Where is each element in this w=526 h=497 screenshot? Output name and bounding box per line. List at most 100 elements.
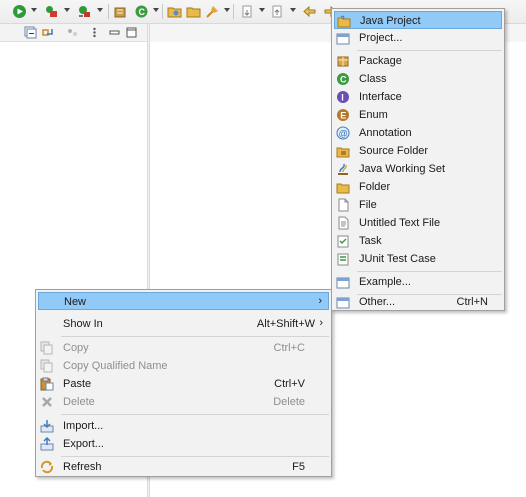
menu-item-copy[interactable]: Copy Ctrl+C [38, 339, 329, 357]
menu-item-label: Java Working Set [359, 163, 446, 175]
next-annotation-icon[interactable] [240, 4, 255, 19]
menu-item-label: Example... [359, 276, 411, 288]
project-icon [336, 31, 350, 45]
submenu-item-java-working-set[interactable]: Java Working Set [334, 160, 502, 178]
search-icon[interactable] [205, 4, 220, 19]
svg-text:I: I [341, 93, 344, 103]
submenu-item-source-folder[interactable]: Source Folder [334, 142, 502, 160]
submenu-item-folder[interactable]: Folder [334, 178, 502, 196]
filters-icon[interactable] [66, 26, 79, 39]
svg-text:@: @ [339, 129, 348, 139]
submenu-item-project[interactable]: Project... [334, 29, 502, 47]
menu-item-label: Delete [63, 396, 95, 408]
submenu-item-other[interactable]: Other... Ctrl+N [334, 293, 502, 311]
menu-item-export[interactable]: Export... [38, 435, 329, 453]
menu-item-delete[interactable]: Delete Delete [38, 393, 329, 411]
coverage-icon[interactable] [44, 4, 59, 19]
menu-item-shortcut: Delete [273, 396, 305, 408]
source-folder-icon [336, 144, 350, 158]
link-with-editor-icon[interactable] [41, 26, 54, 39]
untitled-text-file-icon [336, 216, 350, 230]
submenu-arrow-icon: › [318, 295, 322, 307]
package-explorer-toolbar [0, 24, 147, 42]
menu-item-label: Enum [359, 109, 388, 121]
collapse-all-icon[interactable] [24, 26, 37, 39]
junit-test-case-icon [336, 252, 350, 266]
menu-item-label: Class [359, 73, 387, 85]
menu-separator [61, 336, 329, 337]
menu-item-new[interactable]: New › [38, 292, 329, 310]
svg-text:C: C [139, 7, 146, 17]
menu-item-label: Export... [63, 438, 104, 450]
submenu-item-file[interactable]: File [334, 196, 502, 214]
java-working-set-icon [336, 162, 350, 176]
class-icon: C [336, 72, 350, 86]
task-icon [336, 234, 350, 248]
toolbar-separator [233, 4, 234, 19]
menu-item-label: Folder [359, 181, 391, 193]
menu-item-shortcut: Alt+Shift+W [256, 318, 315, 330]
submenu-item-interface[interactable]: I Interface [334, 88, 502, 106]
menu-separator [61, 414, 329, 415]
submenu-arrow-icon: › [319, 317, 323, 329]
external-tools-icon[interactable] [77, 4, 92, 19]
menu-item-label: Java Project [360, 15, 421, 27]
minimize-icon[interactable] [108, 26, 121, 39]
menu-separator [357, 271, 502, 272]
coverage-dropdown-arrow[interactable] [64, 8, 70, 12]
menu-item-label: Package [359, 55, 402, 67]
submenu-item-junit-test-case[interactable]: JUnit Test Case [334, 250, 502, 268]
prev-annotation-icon[interactable] [270, 4, 285, 19]
submenu-item-untitled-text-file[interactable]: Untitled Text File [334, 214, 502, 232]
view-menu-icon[interactable] [88, 26, 101, 39]
copy-qualified-name-icon [40, 359, 54, 373]
menu-item-shortcut: Ctrl+N [456, 296, 488, 308]
new-java-project-icon[interactable] [113, 4, 128, 19]
open-type-icon[interactable] [167, 4, 182, 19]
menu-item-copy-qualified-name[interactable]: Copy Qualified Name [38, 357, 329, 375]
menu-item-label: JUnit Test Case [359, 253, 436, 265]
run-icon[interactable] [12, 4, 27, 19]
menu-separator [61, 456, 329, 457]
menu-item-label: Annotation [359, 127, 412, 139]
submenu-item-annotation[interactable]: @ Annotation [334, 124, 502, 142]
delete-icon [40, 395, 54, 409]
menu-item-label: Refresh [63, 461, 102, 473]
new-class-icon[interactable]: C [134, 4, 149, 19]
toolbar-separator [108, 4, 109, 19]
back-icon[interactable] [302, 4, 317, 19]
menu-item-label: Other... [359, 296, 396, 308]
new-class-dropdown-arrow[interactable] [153, 8, 159, 12]
menu-item-shortcut: Ctrl+C [273, 342, 305, 354]
java-project-icon [337, 14, 351, 28]
submenu-item-enum[interactable]: E Enum [334, 106, 502, 124]
prev-annotation-dropdown-arrow[interactable] [290, 8, 296, 12]
menu-item-label: Show In [63, 318, 103, 330]
package-icon [336, 54, 350, 68]
menu-item-label: Copy [63, 342, 89, 354]
run-dropdown-arrow[interactable] [31, 8, 37, 12]
external-tools-dropdown-arrow[interactable] [97, 8, 103, 12]
menu-item-paste[interactable]: Paste Ctrl+V [38, 375, 329, 393]
example-icon [336, 275, 350, 289]
submenu-item-java-project[interactable]: Java Project [334, 11, 502, 29]
next-annotation-dropdown-arrow[interactable] [259, 8, 265, 12]
interface-icon: I [336, 90, 350, 104]
menu-item-show-in[interactable]: Show In Alt+Shift+W › [38, 315, 329, 333]
svg-text:E: E [340, 111, 346, 121]
menu-item-refresh[interactable]: Refresh F5 [38, 458, 329, 476]
submenu-item-task[interactable]: Task [334, 232, 502, 250]
menu-item-label: Interface [359, 91, 402, 103]
folder-icon [336, 180, 350, 194]
search-dropdown-arrow[interactable] [224, 8, 230, 12]
maximize-icon[interactable] [125, 26, 138, 39]
submenu-item-example[interactable]: Example... [334, 273, 502, 291]
submenu-item-package[interactable]: Package [334, 52, 502, 70]
submenu-item-class[interactable]: C Class [334, 70, 502, 88]
open-folder-icon[interactable] [186, 4, 201, 19]
refresh-icon [40, 460, 54, 474]
new-submenu: Java Project Project... Package C Class … [331, 8, 505, 311]
menu-item-label: Paste [63, 378, 92, 390]
menu-item-import[interactable]: Import... [38, 417, 329, 435]
context-menu: New › Show In Alt+Shift+W › Copy Ctrl+C … [35, 289, 332, 477]
